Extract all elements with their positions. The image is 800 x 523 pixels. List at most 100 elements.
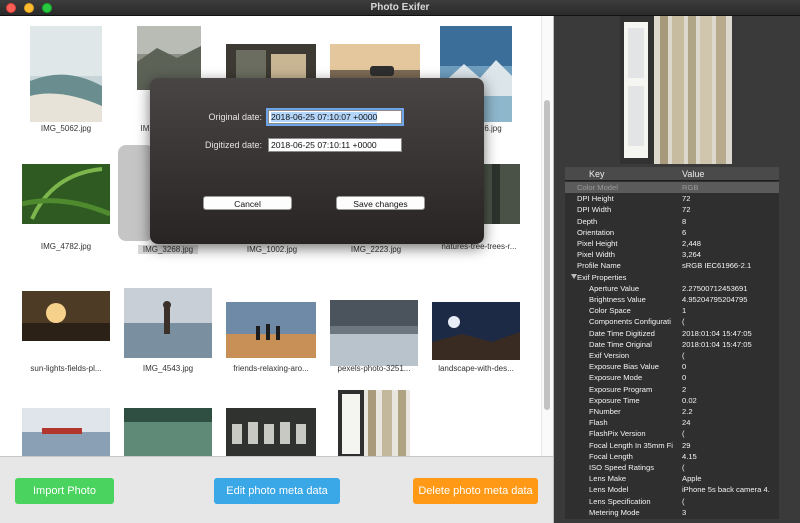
exif-table[interactable]: Key Value Color Model RGB DPI Height 72 DP… (565, 167, 779, 519)
exif-row[interactable]: Exposure Mode 0 (565, 372, 779, 383)
exif-row[interactable]: Profile Name sRGB IEC61966-2.1 (565, 260, 779, 271)
exif-value: 4.15 (682, 451, 697, 461)
photo-thumb[interactable] (22, 291, 110, 341)
exif-value: 0.02 (682, 395, 697, 405)
exif-value: 4.95204795204795 (682, 295, 748, 304)
exif-key: Color Model (577, 183, 618, 192)
exif-key: ISO Speed Ratings (589, 463, 655, 472)
exif-key: Exif Version (589, 351, 630, 360)
photo-caption: IMG_2223.jpg (350, 245, 402, 254)
original-date-input[interactable]: 2018-06-25 07:10:07 +0000 (268, 110, 402, 124)
exif-value: 1 (682, 306, 687, 316)
exif-value: 0 (682, 373, 687, 383)
photo-caption: IMG_4782.jpg (40, 242, 92, 251)
exif-key: Focal Length In 35mm Fi (589, 440, 673, 450)
exif-row[interactable]: Date Time Digitized 2018:01:04 15:47:05 (565, 328, 779, 339)
digitized-date-input[interactable]: 2018-06-25 07:10:11 +0000 (268, 138, 402, 152)
exif-row[interactable]: Exif Version ( (565, 350, 779, 361)
exif-row[interactable]: Color Space 1 (565, 305, 779, 316)
photo-thumb[interactable] (226, 302, 316, 358)
photo-thumb[interactable] (30, 26, 102, 122)
exif-value: 2018:01:04 15:47:05 (682, 339, 752, 349)
photo-thumb[interactable] (432, 302, 520, 360)
exif-key: Depth (577, 216, 598, 226)
photo-caption: IMG_3268.jpg (138, 245, 198, 254)
cancel-button[interactable]: Cancel (203, 196, 292, 210)
exif-value: 2,448 (682, 239, 702, 248)
exif-row[interactable]: Depth 8 (565, 216, 779, 227)
exif-row[interactable]: Lens Make Apple (565, 473, 779, 484)
exif-row[interactable]: Lens Specification ( (565, 496, 779, 507)
original-date-label: Original date: (208, 112, 262, 122)
exif-value: ( (682, 463, 685, 472)
exif-value: ( (682, 317, 685, 327)
photo-caption: friends-relaxing-aro... (233, 364, 309, 373)
exif-row[interactable]: Orientation 6 (565, 227, 779, 238)
exif-row[interactable]: Aperture Value 2.27500712453691 (565, 283, 779, 294)
exif-row[interactable]: Exposure Time 0.02 (565, 395, 779, 406)
key-column-header[interactable]: Key (589, 169, 605, 179)
photo-thumb[interactable] (22, 408, 110, 456)
exif-value: RGB (682, 183, 699, 192)
exif-key: Exposure Time (589, 395, 640, 405)
exif-key: Exposure Program (589, 384, 653, 394)
selected-thumb-highlight (118, 145, 154, 241)
exif-row[interactable]: ISO Speed Ratings ( (565, 462, 779, 473)
exif-row[interactable]: Flash 24 (565, 417, 779, 428)
exif-value: 24 (682, 418, 691, 428)
exif-key: Flash (589, 418, 608, 428)
edit-meta-button[interactable]: Edit photo meta data (214, 478, 340, 504)
exif-row[interactable]: Focal Length 4.15 (565, 451, 779, 462)
photo-thumb[interactable] (22, 164, 110, 224)
exif-value: 29 (682, 440, 691, 450)
exif-row[interactable]: DPI Height 72 (565, 193, 779, 204)
edit-date-dialog: Original date: 2018-06-25 07:10:07 +0000… (150, 78, 484, 244)
exif-key: Aperture Value (589, 283, 640, 293)
exif-row[interactable]: FNumber 2.2 (565, 406, 779, 417)
exif-row[interactable]: Focal Length In 35mm Fi 29 (565, 440, 779, 451)
exif-row[interactable]: DPI Width 72 (565, 204, 779, 215)
exif-key: FlashPix Version (589, 429, 646, 439)
exif-value: 2.2 (682, 407, 693, 416)
exif-key: Lens Make (589, 474, 627, 484)
exif-row[interactable]: Components Configurati ( (565, 316, 779, 327)
photo-thumb[interactable] (338, 390, 410, 456)
value-column-header[interactable]: Value (682, 169, 704, 179)
exif-value: 3,264 (682, 250, 702, 260)
exif-key: Components Configurati (589, 317, 671, 327)
exif-value: 8 (682, 216, 687, 226)
exif-value: iPhone 5s back camera 4. (682, 485, 770, 495)
exif-row[interactable]: Pixel Height 2,448 (565, 238, 779, 249)
photo-caption: IMG_5062.jpg (40, 124, 92, 133)
exif-value: 72 (682, 205, 691, 215)
photo-thumb[interactable] (124, 288, 212, 358)
photo-preview (620, 16, 732, 164)
exif-row[interactable]: Date Time Original 2018:01:04 15:47:05 (565, 339, 779, 350)
delete-meta-button[interactable]: Delete photo meta data (413, 478, 538, 504)
photo-thumb[interactable] (226, 408, 316, 456)
exif-row[interactable]: Pixel Width 3,264 (565, 249, 779, 260)
exif-row[interactable]: Lens Model iPhone 5s back camera 4. (565, 484, 779, 495)
exif-row[interactable]: Metering Mode 3 (565, 507, 779, 518)
exif-key: Exposure Bias Value (589, 362, 659, 372)
photo-caption: landscape-with-des... (438, 364, 514, 373)
photo-thumb[interactable] (330, 300, 418, 366)
exif-key: Exposure Mode (589, 373, 643, 383)
grid-scroll-thumb[interactable] (544, 100, 550, 410)
exif-value: 2.27500712453691 (682, 283, 748, 293)
exif-key: Focal Length (589, 451, 633, 461)
exif-row[interactable]: Exposure Bias Value 0 (565, 361, 779, 372)
exif-row[interactable]: Exposure Program 2 (565, 384, 779, 395)
photo-caption: IMG_1002.jpg (246, 245, 298, 254)
import-photo-button[interactable]: Import Photo (15, 478, 114, 504)
exif-key: Pixel Width (577, 250, 615, 260)
exif-key: Exif Properties (577, 272, 627, 282)
save-changes-button[interactable]: Save changes (336, 196, 425, 210)
exif-row[interactable]: Color Model RGB (565, 182, 779, 193)
exif-row[interactable]: Exif Properties (565, 272, 779, 283)
app-window: Photo Exifer IMG_5062.jpg IM 6.jpg IMG_4… (0, 0, 800, 523)
exif-key: Profile Name (577, 261, 621, 271)
exif-row[interactable]: Brightness Value 4.95204795204795 (565, 294, 779, 305)
photo-thumb[interactable] (124, 408, 212, 456)
exif-row[interactable]: FlashPix Version ( (565, 428, 779, 439)
